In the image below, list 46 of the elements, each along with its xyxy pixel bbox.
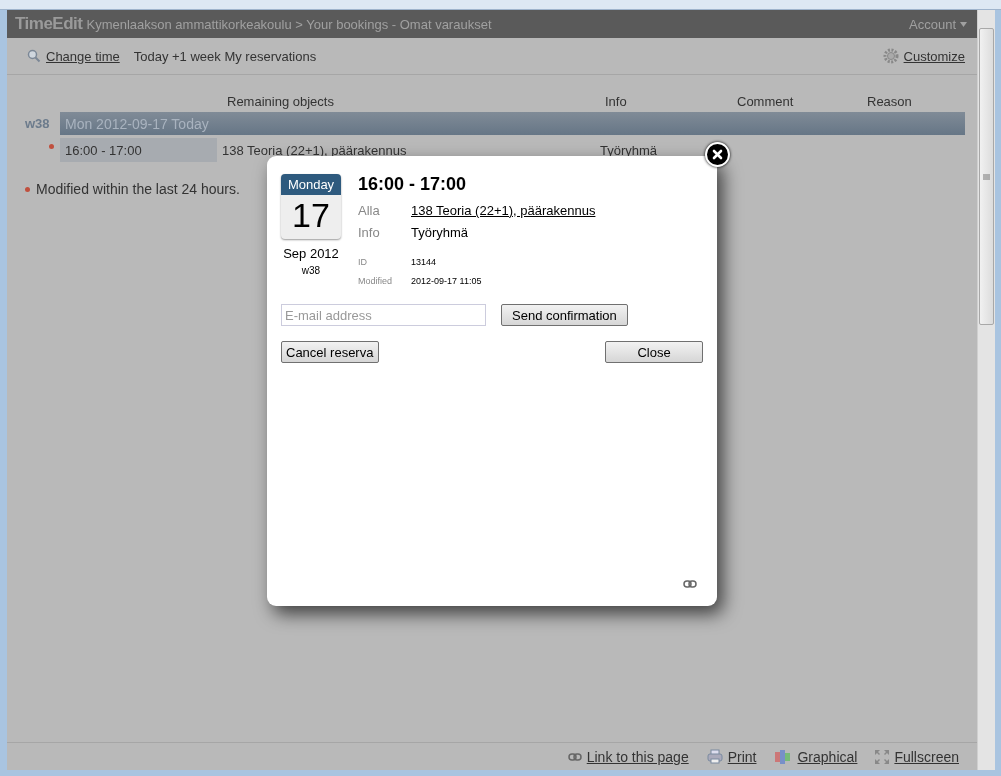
legend-dot — [25, 186, 30, 192]
day-header: Mon 2012-09-17 Today — [60, 112, 965, 135]
search-icon — [27, 49, 41, 63]
field-label: ID — [358, 256, 368, 267]
expand-icon — [875, 749, 890, 764]
caret-icon — [960, 21, 967, 27]
close-button[interactable]: Close — [605, 341, 703, 363]
customize-link[interactable]: Customize — [882, 48, 965, 64]
table-cell-text: 138 Teoria (22+1), päärakennus — [221, 142, 407, 158]
column-header: Reason — [866, 93, 912, 109]
field-value: 2012-09-17 11:05 — [411, 275, 483, 286]
send-confirmation-button[interactable]: Send confirmation — [501, 304, 628, 326]
week-label: w38 — [301, 265, 321, 276]
footer-link[interactable]: Graphical — [774, 748, 858, 765]
link-icon — [683, 580, 697, 588]
grip-icon — [983, 173, 990, 180]
cancel-reservation-button[interactable]: Cancel reserva — [281, 341, 379, 363]
chart-icon — [774, 749, 793, 764]
field-label: Alla — [358, 202, 381, 218]
printer-icon — [706, 749, 723, 764]
column-header: Comment — [736, 93, 794, 109]
field-value: 13144 — [411, 256, 438, 267]
settings-icon — [882, 48, 899, 64]
breadcrumb: Kymenlaakson ammattikorkeakoulu > Your bookings - Omat varaukset — [86, 16, 492, 32]
room-link[interactable]: 138 Teoria (22+1), päärakennus — [411, 202, 596, 218]
period-label: Today +1 week My reservations — [133, 48, 317, 64]
footer-link[interactable]: Link to this page — [567, 748, 689, 765]
booking-time: 16:00 - 17:00 — [358, 174, 468, 195]
week-label: w38 — [25, 116, 51, 131]
footer-link[interactable]: Print — [706, 748, 757, 765]
logo: TimeEdit — [15, 14, 83, 34]
field-label: Modified — [358, 275, 394, 286]
change-time-link[interactable]: Change time — [27, 48, 120, 64]
column-header: Remaining objects — [226, 93, 334, 109]
month-label: Sep 2012 — [283, 246, 339, 261]
field-value: Työryhmä — [411, 224, 470, 240]
footer-link[interactable]: Fullscreen — [875, 748, 959, 765]
legend-text: Modified within the last 24 hours. — [36, 181, 240, 197]
table-cell-text: Työryhmä — [599, 142, 658, 158]
link-icon — [567, 752, 582, 761]
calendar-date: Monday 17 — [281, 174, 341, 239]
scrollbar[interactable] — [977, 10, 995, 770]
time-cell[interactable]: 16:00 - 17:00 — [60, 138, 217, 162]
field-label: Info — [358, 224, 381, 240]
column-header: Info — [604, 93, 627, 109]
email-field[interactable]: E-mail address — [281, 304, 486, 326]
